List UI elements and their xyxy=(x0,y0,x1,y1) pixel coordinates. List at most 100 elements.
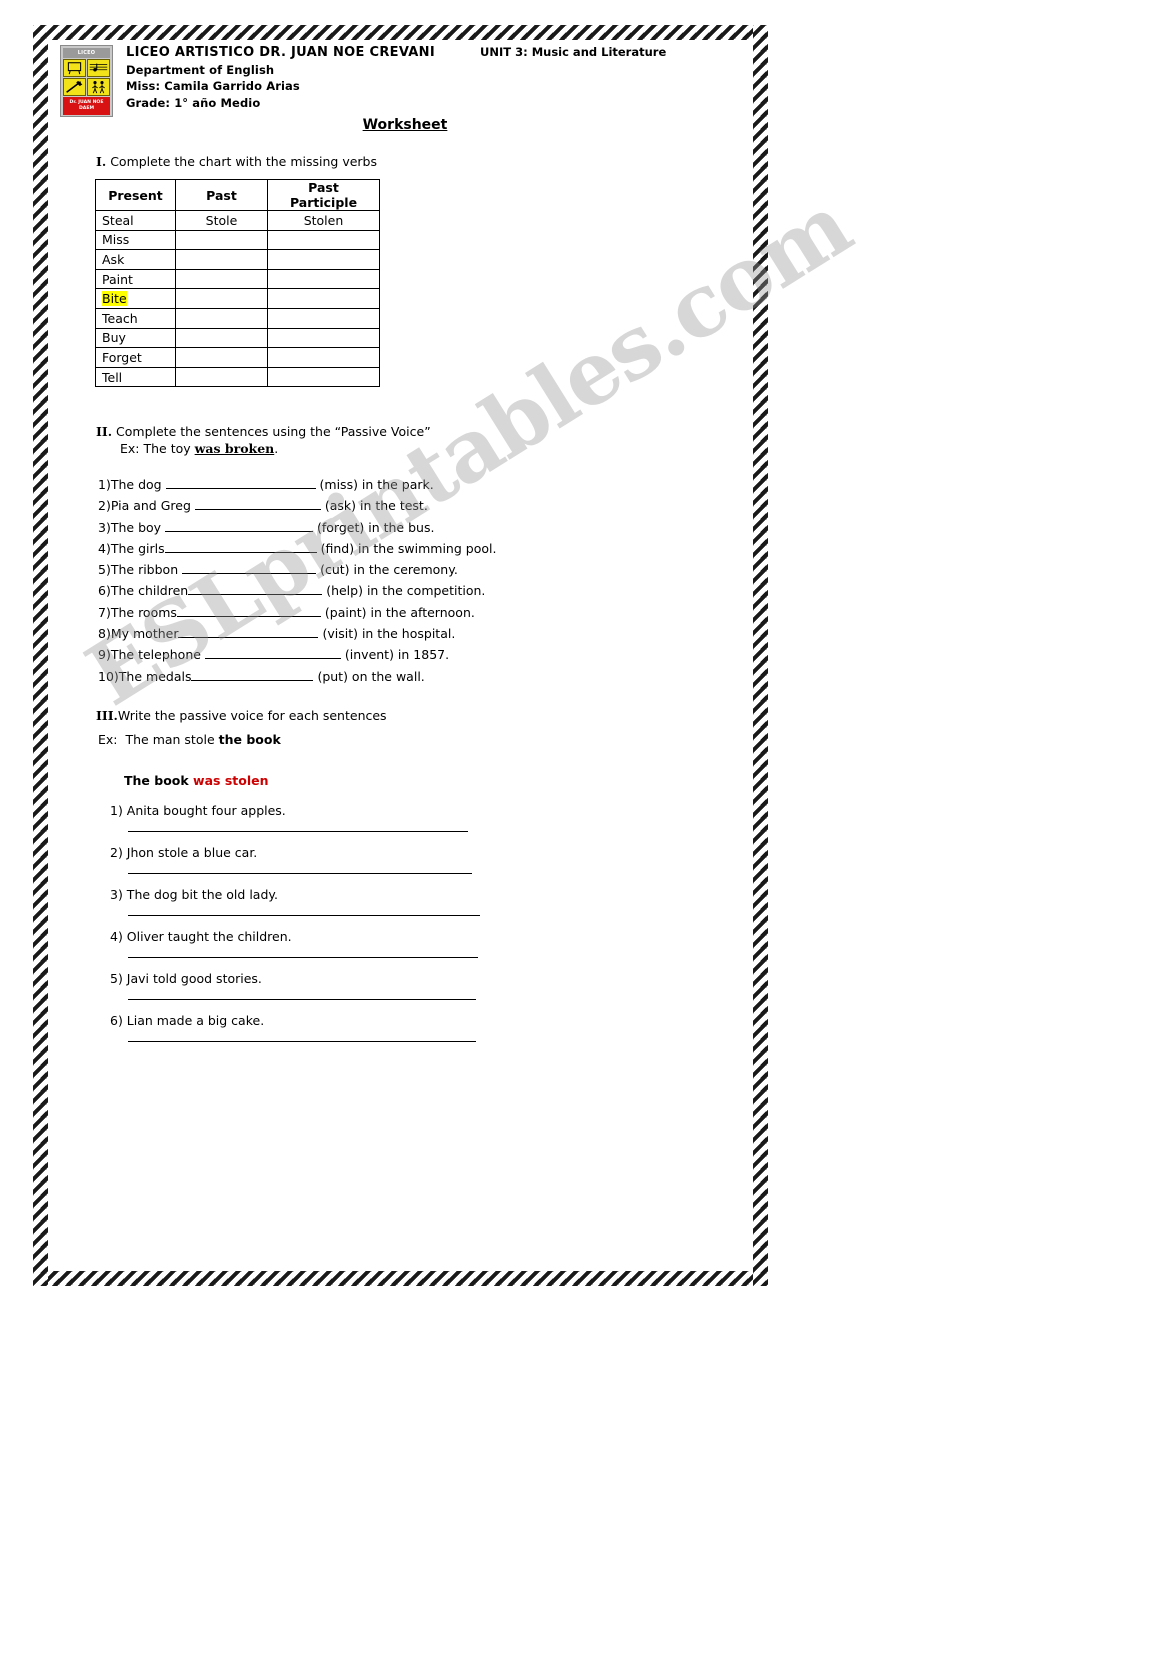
grade-level: Grade: 1° año Medio xyxy=(126,95,261,110)
section-2-items: 1) The dog (miss) in the park. 2) Pia and… xyxy=(98,474,718,687)
answer-blank[interactable] xyxy=(165,519,314,532)
rewrite-answer-area xyxy=(98,1040,718,1042)
item-text-after: (invent) in 1857. xyxy=(340,647,450,663)
item-text-before: The medals xyxy=(118,668,192,684)
answer-blank[interactable] xyxy=(128,914,480,916)
page-title-text: Worksheet xyxy=(362,117,448,133)
item-text-after: (miss) in the park. xyxy=(315,477,434,492)
item-number: 7) xyxy=(98,604,111,620)
cell-participle[interactable] xyxy=(267,307,380,329)
section-1-number: I. xyxy=(96,154,107,169)
section-3-heading: III.Write the passive voice for each sen… xyxy=(96,707,387,724)
school-logo: LICEO ARTISTICO Dr. JUAN NOE DAEM xyxy=(60,45,113,117)
logo-top-label: LICEO ARTISTICO xyxy=(63,48,110,58)
answer-blank[interactable] xyxy=(182,561,317,575)
cell-participle[interactable] xyxy=(267,229,380,251)
item-number: 8) xyxy=(98,626,111,642)
answer-blank[interactable] xyxy=(178,625,319,639)
cell-past[interactable] xyxy=(175,229,268,251)
cell-participle[interactable] xyxy=(267,366,380,388)
item-text-after: (paint) in the afternoon. xyxy=(320,604,475,620)
cell-participle[interactable] xyxy=(267,288,380,309)
item-number: 1) xyxy=(98,477,111,492)
item-number: 6) xyxy=(98,583,111,599)
item-text-after: (ask) in the test. xyxy=(320,498,428,514)
answer-blank[interactable] xyxy=(164,540,317,553)
section-2-heading: II. Complete the sentences using the “Pa… xyxy=(96,423,431,440)
answer-blank[interactable] xyxy=(128,872,472,874)
answer-blank[interactable] xyxy=(128,998,476,1000)
item-text-after: (find) in the swimming pool. xyxy=(316,540,497,556)
cell-present: Ask xyxy=(95,249,176,270)
item-text-before: The dog xyxy=(110,477,166,492)
verb-chart-table: Present Past Past Participle Steal Stole S… xyxy=(95,179,380,388)
item-text-before: The children xyxy=(110,583,189,599)
table-row: Forget xyxy=(95,347,380,368)
section-1-heading: I. Complete the chart with the missing v… xyxy=(96,153,377,170)
fill-in-blank-item: 1) The dog (miss) in the park. xyxy=(98,474,718,495)
cell-present: Teach xyxy=(95,307,176,329)
rewrite-item: 2) Jhon stole a blue car. xyxy=(98,845,718,874)
table-row: Ask xyxy=(95,249,380,270)
column-header-past: Past xyxy=(175,179,268,211)
section-3-example-object: the book xyxy=(218,732,281,747)
rewrite-answer-area xyxy=(98,914,718,916)
section-1-instruction: Complete the chart with the missing verb… xyxy=(110,154,377,169)
rewrite-item-sentence: 4) Oliver taught the children. xyxy=(110,929,292,944)
item-text-after: (visit) in the hospital. xyxy=(318,626,456,642)
rewrite-item: 5) Javi told good stories. xyxy=(98,971,718,1000)
cell-participle[interactable] xyxy=(267,249,380,270)
item-text-before: Pia and Greg xyxy=(110,498,195,514)
cell-past[interactable] xyxy=(175,268,268,290)
cell-participle[interactable] xyxy=(267,327,380,349)
cell-past[interactable] xyxy=(175,288,268,309)
rewrite-item: 3) The dog bit the old lady. xyxy=(98,887,718,916)
cell-participle[interactable]: Stolen xyxy=(267,210,380,231)
table-row: Miss xyxy=(95,229,380,251)
answer-blank[interactable] xyxy=(204,646,341,660)
cell-present: Miss xyxy=(95,229,176,251)
cell-past[interactable]: Stole xyxy=(175,210,268,231)
table-row: Paint xyxy=(95,268,380,290)
answer-blank[interactable] xyxy=(128,830,468,832)
item-number: 9) xyxy=(98,647,111,663)
table-row: Tell xyxy=(95,366,380,388)
border-stripe-left xyxy=(33,25,48,1286)
answer-blank[interactable] xyxy=(194,497,321,511)
unit-title: UNIT 3: Music and Literature xyxy=(480,45,667,59)
answer-blank[interactable] xyxy=(176,604,321,617)
section-3-number: III. xyxy=(96,708,118,723)
cell-present: Buy xyxy=(95,327,176,349)
cell-past[interactable] xyxy=(175,249,268,270)
item-number: 2) xyxy=(98,498,111,514)
item-text-before: The rooms xyxy=(110,604,177,620)
cell-past[interactable] xyxy=(175,307,268,329)
cell-participle[interactable] xyxy=(267,347,380,368)
cell-participle[interactable] xyxy=(267,268,380,290)
rewrite-item-sentence: 1) Anita bought four apples. xyxy=(110,803,286,818)
header-text-block: LICEO ARTISTICO DR. JUAN NOE CREVANI Dep… xyxy=(126,45,435,111)
cell-past[interactable] xyxy=(175,366,268,388)
section-3-body: Ex: The man stole the book The book was … xyxy=(98,730,718,1042)
fill-in-blank-item: 2) Pia and Greg (ask) in the test. xyxy=(98,495,718,516)
rewrite-item: 4) Oliver taught the children. xyxy=(98,929,718,958)
rewrite-answer-area xyxy=(98,872,718,874)
item-text-before: My mother xyxy=(110,626,179,642)
table-row: Teach xyxy=(95,307,380,329)
item-number: 4) xyxy=(98,540,111,556)
answer-blank[interactable] xyxy=(191,668,314,681)
answer-blank[interactable] xyxy=(165,476,316,489)
cell-past[interactable] xyxy=(175,327,268,349)
rewrite-answer-area xyxy=(98,998,718,1000)
item-number: 10) xyxy=(98,668,119,684)
cell-past[interactable] xyxy=(175,347,268,368)
answer-blank[interactable] xyxy=(128,956,478,958)
answer-blank[interactable] xyxy=(188,582,323,596)
section-2-example-answer: was broken xyxy=(194,441,275,456)
section-3-item-list: 1) Anita bought four apples. 2) Jhon stol… xyxy=(98,803,718,1042)
answer-blank[interactable] xyxy=(128,1040,476,1042)
column-header-participle: Past Participle xyxy=(267,179,380,211)
highlighted-verb: Bite xyxy=(102,291,127,307)
fill-in-blank-item: 10) The medals (put) on the wall. xyxy=(98,666,718,687)
table-row: Steal Stole Stolen xyxy=(95,210,380,231)
